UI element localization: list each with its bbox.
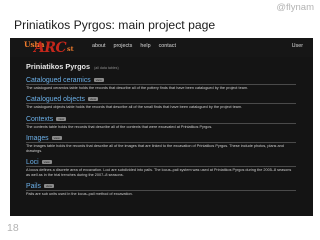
- section-images: Images view The images table holds the r…: [26, 134, 296, 154]
- section-header: Images view: [26, 134, 296, 143]
- project-title: Priniatikos Pyrgos (all data tables): [26, 62, 119, 71]
- section-catalogued-ceramics: Catalogued ceramics view The catalogued …: [26, 76, 296, 91]
- logo-part-2: ARC: [34, 40, 67, 56]
- nav-links: about projects help contact: [92, 43, 176, 49]
- nav-contact[interactable]: contact: [159, 43, 176, 49]
- section-title-link[interactable]: Catalogued objects: [26, 95, 85, 104]
- section-title-link[interactable]: Images: [26, 134, 49, 143]
- section-header: Contexts view: [26, 115, 296, 124]
- logo-part-3: st: [67, 45, 74, 53]
- website-screenshot: Usha ARC st about projects help contact …: [10, 38, 313, 216]
- section-description: Pails are sub units used in the locus–pa…: [26, 192, 133, 196]
- section-header: Catalogued objects view: [26, 95, 296, 104]
- view-badge[interactable]: view: [93, 78, 104, 82]
- section-catalogued-objects: Catalogued objects view The catalogued o…: [26, 95, 296, 110]
- section-title-link[interactable]: Loci: [26, 158, 39, 167]
- section-title-link[interactable]: Pails: [26, 182, 41, 191]
- site-logo[interactable]: Usha ARC st: [24, 40, 88, 56]
- view-badge[interactable]: view: [88, 97, 99, 101]
- section-description: The catalogued ceramics table holds the …: [26, 86, 249, 90]
- author-handle: @flynam: [276, 2, 314, 13]
- nav-projects[interactable]: projects: [114, 43, 133, 49]
- nav-user[interactable]: User: [292, 43, 303, 49]
- section-description: The images table holds the records that …: [26, 144, 284, 153]
- section-title-link[interactable]: Catalogued ceramics: [26, 76, 91, 85]
- site-navbar: Usha ARC st about projects help contact …: [10, 38, 313, 57]
- view-badge[interactable]: view: [43, 184, 54, 188]
- section-contexts: Contexts view The contexts table holds t…: [26, 115, 296, 130]
- view-badge[interactable]: view: [41, 160, 52, 164]
- section-description: A locus defines a discrete area of excav…: [26, 168, 292, 177]
- section-header: Loci view: [26, 158, 296, 167]
- section-title-link[interactable]: Contexts: [26, 115, 53, 124]
- section-description: The catalogued objects table holds the r…: [26, 105, 243, 109]
- section-description: The contexts table holds the records tha…: [26, 125, 213, 129]
- slide-title: Priniatikos Pyrgos: main project page: [14, 18, 216, 32]
- view-badge[interactable]: view: [56, 117, 67, 121]
- section-header: Catalogued ceramics view: [26, 76, 296, 85]
- section-header: Pails view: [26, 182, 296, 191]
- nav-about[interactable]: about: [92, 43, 106, 49]
- section-pails: Pails view Pails are sub units used in t…: [26, 182, 296, 197]
- project-subtitle: (all data tables): [94, 66, 119, 70]
- project-title-text: Priniatikos Pyrgos: [26, 62, 91, 71]
- nav-help[interactable]: help: [140, 43, 150, 49]
- slide-number: 18: [7, 222, 19, 234]
- view-badge[interactable]: view: [51, 136, 62, 140]
- section-loci: Loci view A locus defines a discrete are…: [26, 158, 296, 178]
